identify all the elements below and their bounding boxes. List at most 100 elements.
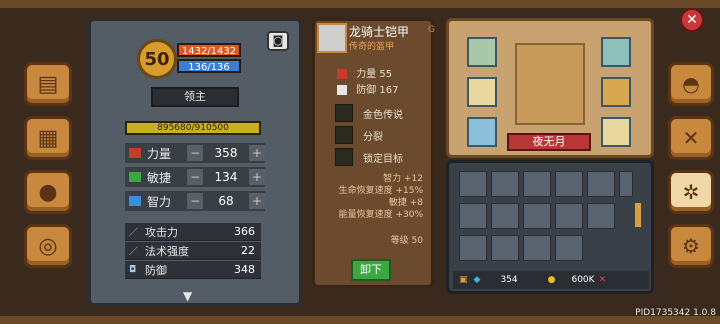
left-navigation: ▤ ▦ ● ◎ — [24, 62, 72, 278]
boots-slot[interactable] — [467, 117, 497, 147]
sword-icon: ／ — [129, 228, 139, 238]
close-inventory-icon[interactable]: ✕ — [599, 275, 607, 285]
perk-lock-target: 锁定目标 — [335, 147, 431, 167]
derived-value: 348 — [234, 263, 255, 276]
inventory-panel: ▣ ◆ 354 ● 600K ✕ — [446, 160, 654, 294]
map-nav-button[interactable]: ▦ — [24, 116, 72, 160]
close-button[interactable]: ✕ — [680, 8, 704, 32]
inventory-footer: ▣ ◆ 354 ● 600K ✕ — [453, 271, 649, 289]
wheel-nav-button[interactable]: ◎ — [24, 224, 72, 268]
gear-nav-button[interactable]: ⚙ — [668, 224, 714, 268]
gem-count: 354 — [500, 275, 518, 285]
perk-label: 金色传说 — [363, 109, 403, 121]
camera-button[interactable]: ◙ — [267, 31, 289, 51]
gear-icon: ⚙ — [682, 234, 700, 258]
hero-title[interactable]: 领主 — [151, 87, 239, 107]
shield-icon — [337, 85, 347, 95]
shield-icon: ◘ — [129, 264, 137, 275]
crossed-swords-icon: ✕ — [682, 126, 700, 150]
equipment-panel: 夜无月 — [446, 18, 654, 158]
lock-icon[interactable]: ▣ — [459, 275, 468, 285]
compass-nav-button[interactable]: ✲ — [668, 170, 714, 214]
increase-intelligence-button[interactable]: + — [249, 193, 265, 209]
helmet-icon: ◓ — [682, 72, 700, 96]
inventory-slot[interactable] — [587, 171, 615, 197]
increase-strength-button[interactable]: + — [249, 145, 265, 161]
stat-label: 防御 — [356, 85, 377, 96]
ring-slot[interactable] — [467, 37, 497, 67]
derived-row-spellpower: ／ 法术强度 22 — [125, 242, 261, 260]
gold-icon: ● — [547, 275, 556, 285]
item-stat-strength: 力量 55 — [337, 65, 392, 80]
attribute-label: 智力 — [147, 194, 172, 209]
gem-icon: ◆ — [473, 275, 481, 285]
stat-label: 力量 — [356, 69, 377, 80]
hero-stats-panel: 50 1432/1432 136/136 ◙ 领主 895680/910500 … — [88, 18, 302, 306]
decrease-strength-button[interactable]: − — [187, 145, 203, 161]
gold-count: 600K — [571, 275, 595, 285]
derived-value: 22 — [241, 244, 255, 257]
flame-icon — [335, 104, 353, 122]
weapon-slot[interactable] — [601, 117, 631, 147]
item-stat-defense: 防御 167 — [337, 81, 398, 96]
attribute-value: 134 — [214, 170, 238, 184]
inventory-slot[interactable] — [459, 171, 487, 197]
inventory-slot[interactable] — [459, 235, 487, 261]
inventory-slot[interactable] — [587, 203, 615, 229]
split-arrow-icon — [335, 126, 353, 144]
item-name: 龙骑士铠甲 — [349, 25, 410, 39]
inventory-slot[interactable] — [523, 235, 551, 261]
inventory-slot[interactable] — [491, 235, 519, 261]
decrease-intelligence-button[interactable]: − — [187, 193, 203, 209]
inventory-slot[interactable] — [619, 171, 633, 197]
strength-icon — [337, 69, 347, 79]
level-requirement: 等级 50 — [390, 236, 423, 246]
inventory-slot[interactable] — [555, 203, 583, 229]
strength-icon — [129, 148, 141, 158]
derived-row-attack: ／ 攻击力 366 — [125, 223, 261, 241]
necklace-slot[interactable] — [467, 77, 497, 107]
perk-label: 锁定目标 — [363, 153, 403, 165]
inventory-scrollbar[interactable] — [635, 203, 641, 227]
version-text: PID1735342 1.0.8 — [635, 308, 716, 318]
inventory-slot[interactable] — [491, 171, 519, 197]
inventory-slot[interactable] — [555, 235, 583, 261]
inventory-slot[interactable] — [523, 203, 551, 229]
stat-value: 55 — [379, 69, 393, 80]
book-nav-button[interactable]: ▤ — [24, 62, 72, 106]
book-icon: ▤ — [37, 71, 59, 97]
derived-label: 攻击力 — [145, 225, 178, 239]
derived-label: 防御 — [145, 263, 167, 277]
derived-label: 法术强度 — [145, 244, 189, 258]
inventory-slot[interactable] — [523, 171, 551, 197]
item-header: 龙骑士铠甲 传奇的盔甲 G — [315, 21, 437, 55]
inventory-slot[interactable] — [491, 203, 519, 229]
crossed-swords-nav-button[interactable]: ✕ — [668, 116, 714, 160]
helmet-nav-button[interactable]: ◓ — [668, 62, 714, 106]
inventory-slot[interactable] — [555, 171, 583, 197]
helmet-slot[interactable] — [601, 37, 631, 67]
attribute-label: 敏捷 — [147, 170, 172, 185]
close-icon: ✕ — [686, 12, 698, 28]
unequip-button[interactable]: 卸下 — [351, 259, 391, 281]
scroll-down-icon[interactable]: ▼ — [183, 289, 192, 303]
pet-nav-button[interactable]: ● — [24, 170, 72, 214]
stat-value: 167 — [379, 85, 399, 96]
pet-icon: ● — [38, 179, 58, 205]
wheel-icon: ◎ — [38, 233, 58, 259]
decrease-agility-button[interactable]: − — [187, 169, 203, 185]
attribute-row-agility: 敏捷 − 134 + — [125, 167, 265, 187]
chest-slot[interactable] — [601, 77, 631, 107]
top-frame-bar — [0, 0, 720, 8]
bottom-frame-bar — [0, 316, 720, 324]
intelligence-icon — [129, 196, 141, 206]
inventory-slot[interactable] — [459, 203, 487, 229]
increase-agility-button[interactable]: + — [249, 169, 265, 185]
derived-row-defense: ◘ 防御 348 — [125, 261, 261, 279]
hp-bar: 1432/1432 — [177, 43, 241, 57]
mp-bar: 136/136 — [177, 59, 241, 73]
wand-icon: ／ — [129, 247, 139, 257]
derived-value: 366 — [234, 225, 255, 238]
item-tag: G — [428, 25, 435, 35]
perk-split: 分裂 — [335, 125, 431, 145]
